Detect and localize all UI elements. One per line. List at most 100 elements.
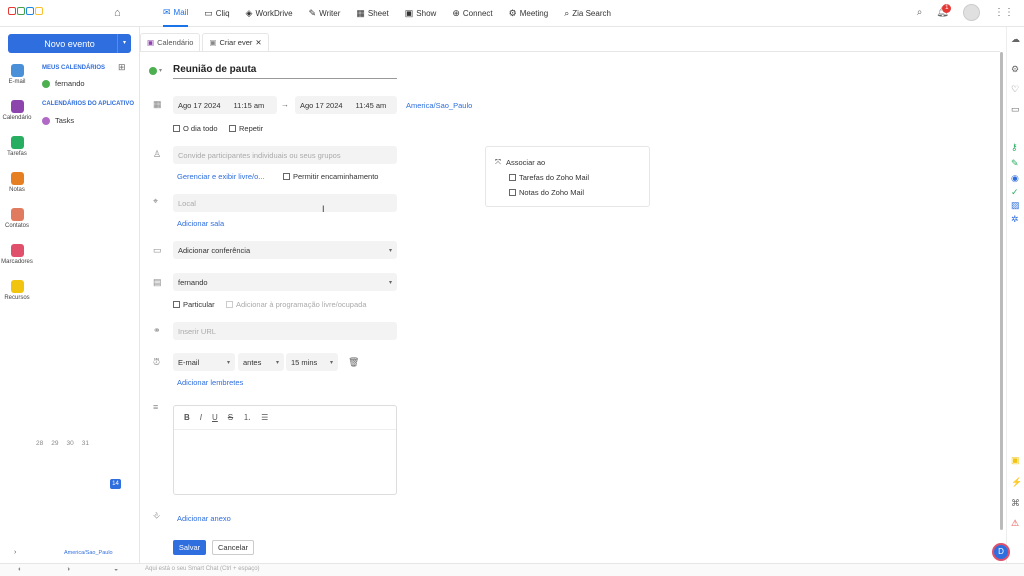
end-time[interactable]: 11:45 am bbox=[356, 101, 387, 110]
image-icon[interactable]: ▨ bbox=[1011, 200, 1020, 211]
rail-resources[interactable]: Recursos bbox=[0, 280, 34, 301]
mini-calendar-day[interactable]: 28 bbox=[36, 440, 43, 447]
app-meeting[interactable]: ⚙ Meeting bbox=[509, 0, 549, 27]
bullet-list-icon[interactable]: ☰ bbox=[261, 413, 268, 422]
app-zia-search[interactable]: ⌕ Zia Search bbox=[564, 0, 611, 27]
end-date[interactable]: Ago 17 2024 bbox=[300, 101, 343, 110]
group-icon[interactable]: ◑ bbox=[66, 566, 70, 573]
start-date[interactable]: Ago 17 2024 bbox=[178, 101, 221, 110]
cancel-button[interactable]: Cancelar bbox=[212, 540, 254, 555]
start-datetime[interactable]: Ago 17 2024 11:15 am bbox=[173, 96, 277, 114]
reminder-when-select[interactable]: antes ▾ bbox=[238, 353, 284, 371]
zoho-logo[interactable] bbox=[8, 7, 43, 15]
scrollbar[interactable] bbox=[1000, 52, 1003, 530]
check-icon[interactable]: ✓ bbox=[1011, 187, 1019, 198]
app-connect[interactable]: ⊕ Connect bbox=[452, 0, 492, 27]
reminder-type-select[interactable]: E-mail ▾ bbox=[173, 353, 235, 371]
mini-calendar-day[interactable]: 29 bbox=[51, 440, 58, 447]
rail-calendar[interactable]: Calendário bbox=[0, 100, 34, 121]
manage-availability-link[interactable]: Gerenciar e exibir livre/o... bbox=[177, 172, 265, 181]
calendar-item-fernando[interactable]: fernando bbox=[42, 79, 85, 88]
contacts-icon[interactable]: ◒ bbox=[114, 566, 118, 573]
event-title-input[interactable]: Reunião de pauta bbox=[173, 64, 397, 79]
app-sheet[interactable]: ▦ Sheet bbox=[356, 0, 388, 27]
close-icon[interactable]: ✕ bbox=[255, 38, 261, 47]
new-event-button[interactable]: Novo evento ▾ bbox=[8, 34, 131, 53]
sidebar-timezone[interactable]: America/Sao_Paulo bbox=[64, 550, 113, 556]
url-input[interactable]: Inserir URL bbox=[173, 322, 397, 340]
rail-email[interactable]: E-mail bbox=[0, 64, 34, 85]
checkbox[interactable] bbox=[173, 301, 180, 308]
eye-icon[interactable]: ◉ bbox=[1011, 173, 1019, 184]
trash-icon[interactable]: 🗑︎ bbox=[348, 357, 359, 368]
underline-icon[interactable]: U bbox=[212, 413, 218, 422]
app-show[interactable]: ▣ Show bbox=[405, 0, 437, 27]
checkbox[interactable] bbox=[283, 173, 290, 180]
mini-calendar-today[interactable]: 14 bbox=[110, 479, 121, 489]
add-calendar-icon[interactable]: ⊞ bbox=[118, 62, 126, 73]
tab-calendar[interactable]: ▣ Calendário bbox=[140, 33, 201, 51]
start-time[interactable]: 11:15 am bbox=[234, 101, 265, 110]
rail-tasks[interactable]: Tarefas bbox=[0, 136, 34, 157]
save-button[interactable]: Salvar bbox=[173, 540, 206, 555]
chat-icon[interactable]: ◐ bbox=[18, 566, 22, 573]
ordered-list-icon[interactable]: ⒈ bbox=[243, 412, 251, 423]
search-icon[interactable]: ⌕ bbox=[917, 7, 923, 18]
settings-icon[interactable]: ⚙ bbox=[1011, 64, 1019, 75]
checkbox[interactable] bbox=[173, 125, 180, 132]
grid-icon[interactable]: ⋮⋮ bbox=[994, 7, 1014, 18]
smart-chat-input[interactable]: Aqui está o seu Smart Chat (Ctrl + espaç… bbox=[145, 566, 260, 572]
allow-forward-checkbox[interactable]: Permitir encaminhamento bbox=[283, 172, 378, 181]
timezone-link[interactable]: America/Sao_Paulo bbox=[406, 101, 472, 110]
mini-calendar-day[interactable]: 30 bbox=[66, 440, 73, 447]
strikethrough-icon[interactable]: S bbox=[228, 413, 233, 422]
rail-bookmarks[interactable]: Marcadores bbox=[0, 244, 34, 265]
italic-icon[interactable]: I bbox=[200, 413, 202, 422]
check-circle-icon[interactable] bbox=[42, 116, 50, 125]
key-icon[interactable]: ⚷ bbox=[1011, 142, 1018, 153]
end-datetime[interactable]: Ago 17 2024 11:45 am bbox=[295, 96, 397, 114]
location-input[interactable]: Local bbox=[173, 194, 397, 212]
tab-create-event[interactable]: ▣ Criar ever ✕ bbox=[202, 33, 269, 51]
gear-icon[interactable]: ✲ bbox=[1011, 214, 1019, 225]
conference-select[interactable]: Adicionar conferência ▾ bbox=[173, 241, 397, 259]
repeat-checkbox[interactable]: Repetir bbox=[229, 124, 263, 133]
calendar-item-tasks[interactable]: Tasks bbox=[42, 116, 74, 125]
check-circle-icon[interactable] bbox=[42, 79, 50, 88]
private-checkbox[interactable]: Particular bbox=[173, 300, 215, 309]
add-room-link[interactable]: Adicionar sala bbox=[177, 219, 224, 228]
bold-icon[interactable]: B bbox=[184, 413, 190, 422]
lightning-icon[interactable]: ⚡ bbox=[1011, 477, 1022, 488]
app-workdrive[interactable]: ◈ WorkDrive bbox=[246, 0, 293, 27]
calendar-select[interactable]: fernando ▾ bbox=[173, 273, 397, 291]
add-reminders-link[interactable]: Adicionar lembretes bbox=[177, 378, 243, 387]
app-writer[interactable]: ✎ Writer bbox=[309, 0, 341, 27]
associate-mail-tasks-checkbox[interactable]: Tarefas do Zoho Mail bbox=[509, 173, 589, 182]
cloud-icon[interactable]: ☁ bbox=[1011, 34, 1020, 45]
checkbox[interactable] bbox=[229, 125, 236, 132]
checkbox[interactable] bbox=[509, 189, 516, 196]
all-day-checkbox[interactable]: O dia todo bbox=[173, 124, 218, 133]
sticky-note-icon[interactable]: ▣ bbox=[1011, 455, 1020, 466]
avatar[interactable] bbox=[963, 4, 980, 21]
gift-icon[interactable]: ⌘ bbox=[1011, 498, 1020, 509]
app-mail[interactable]: ✉ Mail bbox=[163, 0, 189, 27]
heart-icon[interactable]: ♡ bbox=[1011, 84, 1019, 95]
rail-notes[interactable]: Notas bbox=[0, 172, 34, 193]
rail-contacts[interactable]: Contatos bbox=[0, 208, 34, 229]
assistant-icon[interactable]: D bbox=[992, 543, 1010, 561]
panel-icon[interactable]: ▭ bbox=[1011, 104, 1020, 115]
add-attachment-link[interactable]: Adicionar anexo bbox=[177, 514, 231, 523]
home-icon[interactable]: ⌂ bbox=[114, 7, 121, 19]
bell-icon[interactable]: 🔔︎ 1 bbox=[936, 4, 952, 18]
reminder-time-select[interactable]: 15 mins ▾ bbox=[286, 353, 338, 371]
mini-calendar-day[interactable]: 31 bbox=[82, 440, 89, 447]
chevron-down-icon[interactable]: ▾ bbox=[117, 34, 131, 53]
description-editor[interactable]: B I U S ⒈ ☰ bbox=[173, 405, 397, 495]
associate-mail-notes-checkbox[interactable]: Notas do Zoho Mail bbox=[509, 188, 584, 197]
checkbox[interactable] bbox=[509, 174, 516, 181]
invite-input[interactable]: Convide participantes individuais ou seu… bbox=[173, 146, 397, 164]
expand-icon[interactable]: › bbox=[14, 549, 16, 556]
note-icon[interactable]: ✎ bbox=[1011, 158, 1019, 169]
chevron-down-icon[interactable]: ▾ bbox=[159, 67, 162, 74]
